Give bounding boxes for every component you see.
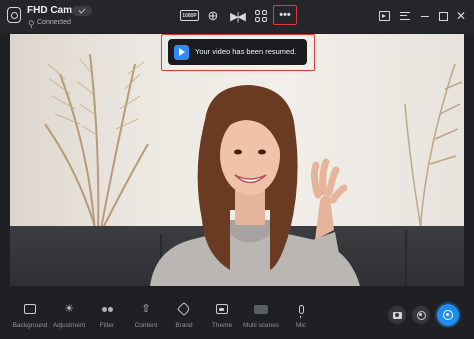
brand-button[interactable]: Brand (164, 301, 204, 336)
menu-icon[interactable] (397, 7, 413, 25)
multi-scenes-button[interactable]: Multi scenes (241, 302, 281, 336)
zoom-in-icon[interactable]: ⊕ (205, 7, 221, 25)
tool-label: Mic (295, 322, 307, 329)
play-icon (174, 44, 189, 60)
camera-select-chevron-down-icon[interactable] (72, 6, 92, 16)
tool-label: Content (134, 322, 158, 329)
snapshot-button[interactable] (388, 306, 406, 324)
resume-notification-highlight: Your video has been resumed. (161, 34, 315, 71)
tool-label: Theme (211, 322, 233, 329)
tool-label: Background (12, 322, 48, 329)
resume-notification: Your video has been resumed. (168, 39, 307, 65)
tool-label: Brand (175, 322, 193, 329)
pampas-grass-right (404, 63, 463, 234)
camera-icon (392, 311, 402, 319)
filter-icon (101, 306, 113, 312)
mirror-flip-icon[interactable]: ▶|◀ (228, 7, 246, 25)
theme-button[interactable]: Theme (202, 302, 242, 336)
tool-label: Multi scenes (242, 322, 280, 329)
background-image-icon (24, 304, 36, 314)
content-button[interactable]: ⇧ Content (126, 302, 166, 336)
usb-icon: ⚲ (28, 19, 35, 29)
live-broadcast-icon (443, 310, 453, 320)
microphone-icon (298, 304, 304, 318)
webcam-app-icon (7, 7, 21, 23)
present-icon[interactable] (376, 7, 392, 25)
notification-message: Your video has been resumed. (195, 47, 297, 56)
theme-icon (216, 304, 228, 314)
content-upload-icon: ⇧ (141, 303, 151, 315)
mic-button[interactable]: Mic (281, 302, 321, 336)
resolution-button[interactable]: 1080P (180, 10, 199, 21)
background-button[interactable]: Background (10, 302, 50, 336)
tool-label: Adjustment (52, 322, 86, 329)
camera-preview (10, 34, 464, 286)
minimize-icon[interactable] (418, 7, 432, 25)
webcam-person (150, 85, 360, 286)
sofa-seam (405, 230, 407, 286)
grid-layout-icon[interactable] (253, 7, 269, 25)
multi-scenes-icon (254, 304, 268, 314)
more-dots-icon[interactable]: ••• (273, 5, 297, 25)
adjustment-button[interactable]: ☀ Adjustment (49, 302, 89, 336)
tool-label: Filter (99, 322, 115, 329)
record-button[interactable] (412, 306, 430, 324)
brand-tag-icon (176, 301, 192, 317)
live-button[interactable] (437, 304, 459, 326)
filter-button[interactable]: Filter (87, 302, 127, 336)
maximize-icon[interactable] (436, 7, 450, 25)
connection-status: Connected (37, 19, 71, 26)
record-icon (416, 310, 426, 320)
brightness-icon: ☀ (64, 303, 74, 315)
close-icon[interactable]: ✕ (454, 7, 468, 25)
title-bar: FHD Camera ⚲ Connected 1080P ⊕ ▶|◀ ••• ✕ (0, 0, 474, 33)
